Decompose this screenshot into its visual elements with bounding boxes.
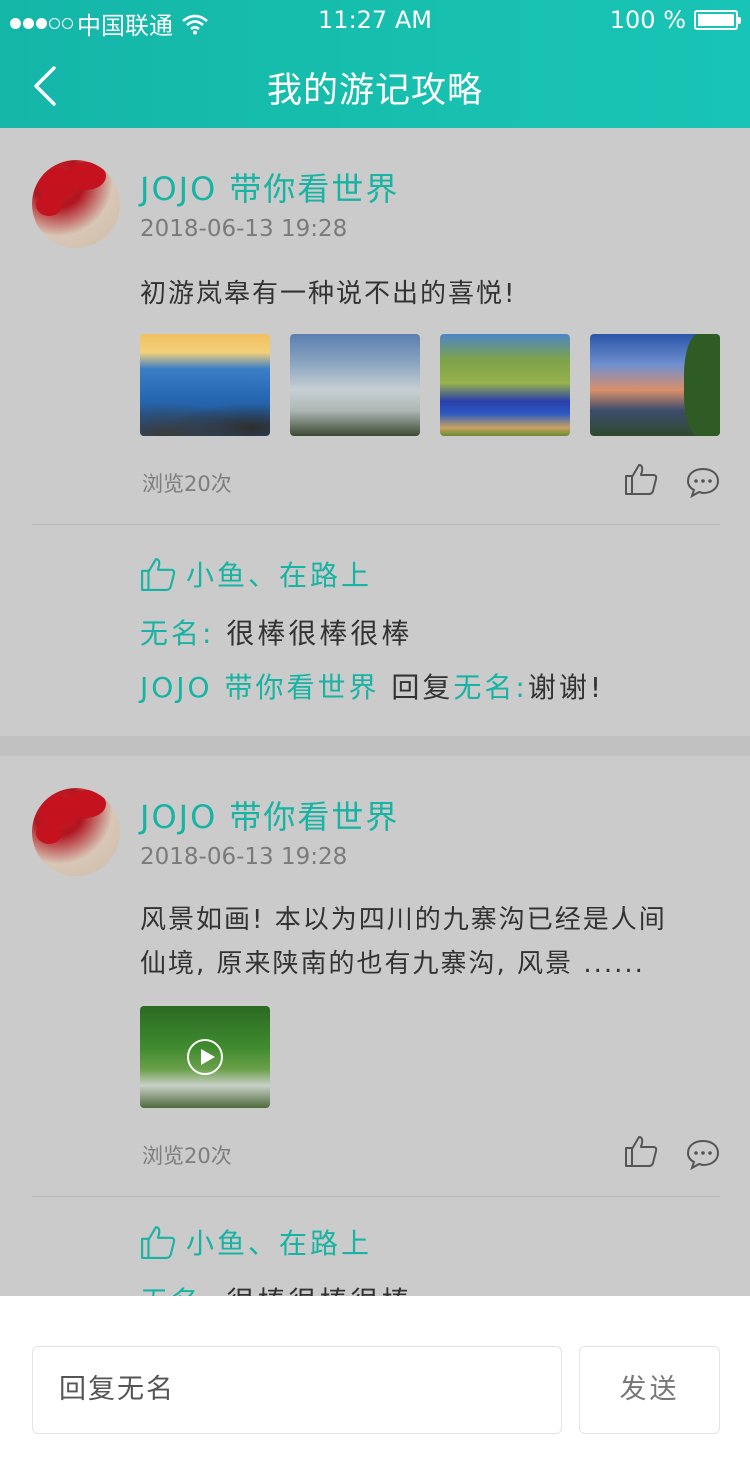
comment-text: 很棒很棒很棒: [226, 617, 413, 650]
photo-thumbnail[interactable]: [140, 334, 270, 436]
play-icon[interactable]: [187, 1039, 223, 1075]
post-date: 2018-06-13 19:28: [140, 844, 348, 870]
comment-text: 很棒很棒很棒: [226, 1285, 412, 1296]
likers-names[interactable]: 小鱼、在路上: [186, 554, 372, 594]
comment-author[interactable]: 无名:: [140, 617, 214, 650]
post-media: [140, 1006, 270, 1108]
photo-thumbnail[interactable]: [590, 334, 720, 436]
battery-percent: 100 %: [609, 6, 686, 34]
post-text-line: 风景如画! 本以为四川的九寨沟已经是人间: [140, 905, 667, 935]
likers-row: 小鱼、在路上: [140, 554, 372, 594]
battery-fill: [698, 14, 734, 26]
thumbs-up-icon[interactable]: [624, 462, 658, 496]
reply-bar: 回复无名 发送: [0, 1296, 750, 1484]
page-title: 我的游记攻略: [266, 71, 483, 111]
post-date: 2018-06-13 19:28: [140, 216, 348, 242]
comment-icon[interactable]: [686, 466, 720, 498]
thumbs-up-icon[interactable]: [624, 1134, 658, 1168]
status-bar: 中国联通 11:27 AM 100 %: [0, 0, 750, 40]
post-text: 初游岚皋有一种说不出的喜悦!: [140, 279, 517, 309]
comment-line[interactable]: 无名: 很棒很棒很棒: [140, 612, 412, 652]
comment-author[interactable]: 无名:: [140, 1285, 214, 1296]
likers-names[interactable]: 小鱼、在路上: [186, 1222, 372, 1262]
battery-icon: [694, 10, 741, 30]
reply-input[interactable]: 回复无名: [32, 1346, 562, 1434]
post-photos: [140, 334, 720, 436]
app-header: 中国联通 11:27 AM 100 % 我的游记攻略: [0, 0, 750, 128]
post-username[interactable]: JOJO 带你看世界: [140, 164, 399, 210]
post-text-line: 仙境, 原来陕南的也有九寨沟, 风景 ......: [140, 949, 645, 979]
battery-info: 100 %: [609, 6, 741, 34]
view-count: 浏览20次: [142, 472, 232, 496]
avatar[interactable]: [32, 788, 120, 876]
avatar[interactable]: [32, 160, 120, 248]
reply-author[interactable]: JOJO 带你看世界: [140, 671, 380, 704]
card-separator: [0, 736, 750, 756]
thumbs-up-icon: [141, 1226, 176, 1259]
divider: [32, 524, 720, 525]
reply-verb: 回复: [391, 671, 454, 704]
photo-thumbnail[interactable]: [290, 334, 420, 436]
view-count: 浏览20次: [142, 1144, 232, 1168]
post-card: JOJO 带你看世界 2018-06-13 19:28 风景如画! 本以为四川的…: [0, 756, 750, 1296]
post-card: JOJO 带你看世界 2018-06-13 19:28 初游岚皋有一种说不出的喜…: [0, 128, 750, 736]
thumbs-up-icon: [141, 558, 176, 591]
send-button[interactable]: 发送: [579, 1346, 720, 1434]
photo-thumbnail[interactable]: [440, 334, 570, 436]
reply-text: 谢谢!: [527, 671, 605, 704]
divider: [32, 1196, 720, 1197]
reply-target[interactable]: 无名:: [453, 671, 527, 704]
comment-icon[interactable]: [686, 1138, 720, 1170]
reply-line[interactable]: JOJO 带你看世界 回复无名:谢谢!: [140, 666, 604, 706]
likers-row: 小鱼、在路上: [140, 1222, 372, 1262]
post-username[interactable]: JOJO 带你看世界: [140, 792, 399, 838]
video-thumbnail[interactable]: [140, 1006, 270, 1108]
comment-line[interactable]: 无名: 很棒很棒很棒: [140, 1280, 412, 1296]
